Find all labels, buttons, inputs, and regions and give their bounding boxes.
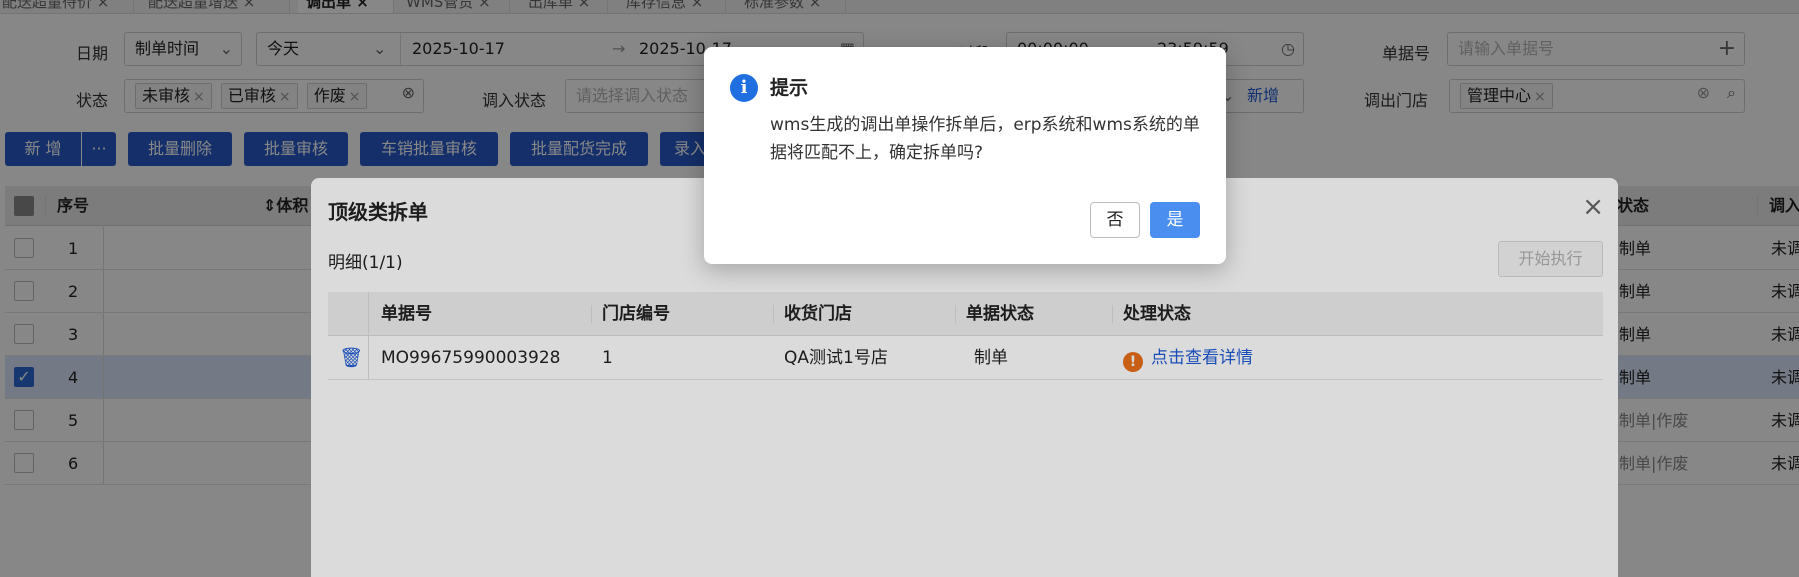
dialog-message: wms生成的调出单操作拆单后，erp系统和wms系统的单据将匹配不上，确定拆单吗… [770, 115, 1200, 163]
no-button[interactable]: 否 [1090, 202, 1140, 238]
dialog-title: 提示 [770, 77, 809, 99]
info-icon: i [730, 74, 758, 102]
confirm-dialog: i 提示 wms生成的调出单操作拆单后，erp系统和wms系统的单据将匹配不上，… [704, 47, 1226, 264]
yes-button[interactable]: 是 [1150, 202, 1200, 238]
